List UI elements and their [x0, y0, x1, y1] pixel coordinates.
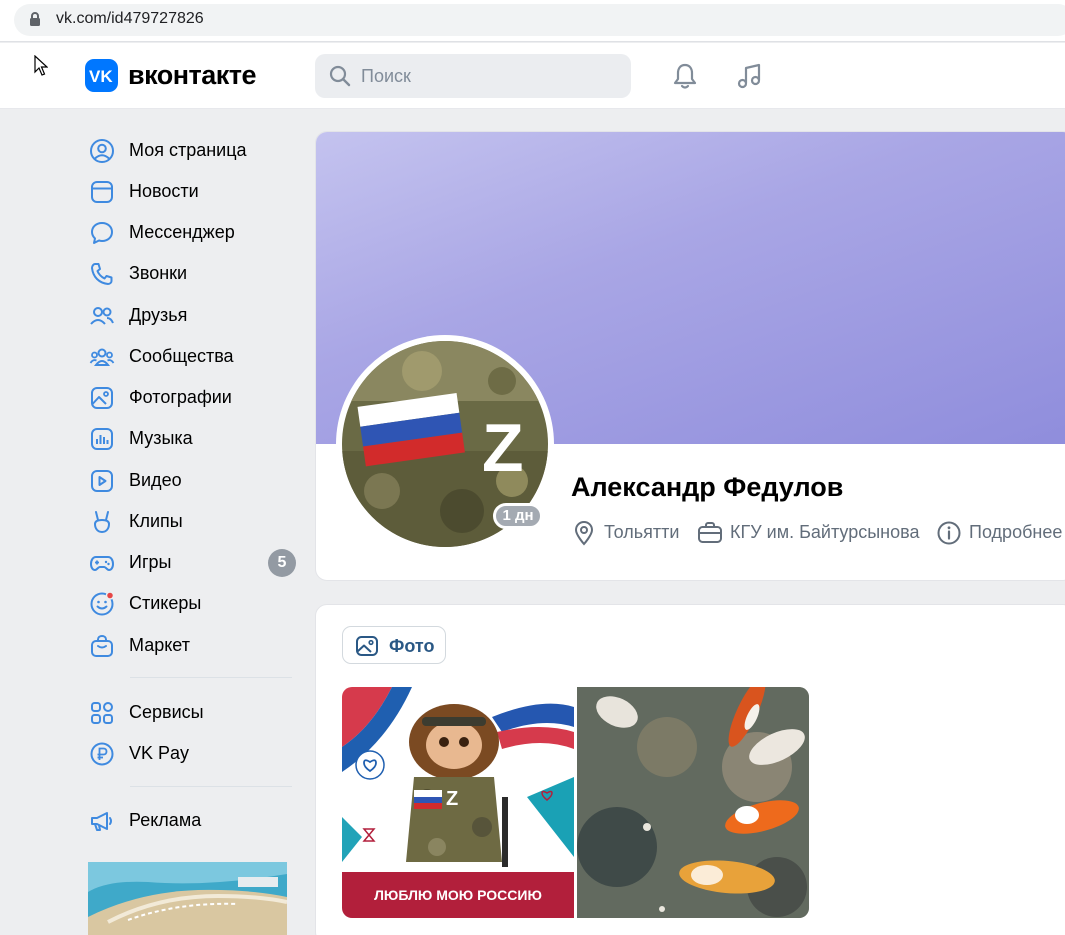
music-note-icon[interactable]: [735, 61, 765, 91]
video-icon: [91, 470, 113, 492]
avatar-z-letter: Z: [482, 410, 524, 486]
menu-divider: [130, 786, 292, 787]
menu-item-friends[interactable]: Друзья: [86, 299, 298, 333]
menu-label: Реклама: [129, 810, 202, 830]
city-text: Тольятти: [604, 522, 680, 542]
user-circle-icon: [90, 139, 114, 163]
gamepad-icon: [90, 556, 114, 571]
menu-item-communities[interactable]: Сообщества: [86, 340, 298, 374]
menu-item-messenger[interactable]: Мессенджер: [86, 216, 298, 250]
photo-caption: ЛЮБЛЮ МОЮ РОССИЮ: [342, 872, 574, 918]
search-placeholder: Поиск: [361, 66, 411, 86]
browser-address-bar: vk.com/id479727826: [0, 0, 1065, 42]
ad-banner-image[interactable]: [88, 862, 287, 935]
menu-label: Моя страница: [129, 140, 247, 160]
photos-tab-button[interactable]: Фото: [342, 626, 446, 664]
photo-thumbnail[interactable]: Z ЛЮБЛЮ МОЮ РОССИЮ: [342, 687, 574, 918]
lock-icon: [30, 12, 40, 26]
menu-item-services[interactable]: Сервисы: [86, 696, 298, 730]
communities-icon: [89, 348, 115, 366]
vkpay-ruble-icon: [90, 742, 114, 766]
games-counter-badge: 5: [268, 549, 296, 577]
friends-icon: [90, 307, 114, 325]
bell-icon[interactable]: [670, 61, 700, 91]
menu-label: Музыка: [129, 428, 193, 448]
menu-label: Видео: [129, 470, 182, 490]
menu-label: Фотографии: [129, 387, 232, 407]
market-bag-icon: [91, 634, 113, 657]
last-seen-badge: 1 дн: [493, 503, 543, 529]
smile-icon: [90, 591, 115, 616]
photo-thumbnail[interactable]: [577, 687, 809, 918]
menu-label: Маркет: [129, 635, 190, 655]
photos-icon: [91, 387, 113, 409]
menu-item-calls[interactable]: Звонки: [86, 257, 298, 291]
menu-label: Сервисы: [129, 702, 204, 722]
location-pin-icon: [574, 520, 594, 546]
profile-city[interactable]: Тольятти: [571, 518, 691, 546]
services-grid-icon: [91, 702, 113, 724]
menu-label: Мессенджер: [129, 222, 235, 242]
search-input[interactable]: Поиск: [315, 54, 631, 98]
profile-more-button[interactable]: Подробнее: [936, 518, 1065, 546]
menu-label: Новости: [129, 181, 199, 201]
vk-logo-text[interactable]: вконтакте: [128, 60, 257, 91]
menu-item-ads[interactable]: Реклама: [86, 804, 298, 838]
menu-item-my-page[interactable]: Моя страница: [86, 134, 298, 168]
clips-icon: [93, 511, 111, 534]
menu-divider: [130, 677, 292, 678]
info-icon: [937, 521, 961, 545]
menu-label: VK Pay: [129, 743, 190, 763]
menu-label: Сообщества: [129, 346, 234, 366]
vk-logo-icon[interactable]: VK: [85, 59, 118, 92]
photos-tab-label: Фото: [389, 636, 435, 656]
menu-item-stickers[interactable]: Стикеры: [86, 587, 298, 621]
message-icon: [91, 222, 113, 244]
search-icon: [329, 65, 351, 87]
menu-item-music[interactable]: Музыка: [86, 422, 298, 456]
more-text: Подробнее: [969, 522, 1063, 542]
menu-label: Стикеры: [129, 593, 202, 613]
menu-label: Игры: [129, 552, 172, 572]
menu-label: Друзья: [129, 305, 188, 325]
profile-education[interactable]: КГУ им. Байтурсынова: [697, 518, 927, 546]
megaphone-icon: [91, 812, 112, 831]
newsfeed-icon: [91, 181, 113, 203]
svg-text:VK: VK: [89, 67, 113, 86]
menu-item-clips[interactable]: Клипы: [86, 505, 298, 539]
menu-item-news[interactable]: Новости: [86, 175, 298, 209]
music-bars-icon: [91, 428, 113, 450]
mouse-cursor-icon: [34, 55, 48, 76]
url-text: vk.com/id479727826: [56, 10, 204, 27]
phone-icon: [91, 263, 113, 285]
menu-item-vkpay[interactable]: VK Pay: [86, 737, 298, 771]
menu-label: Звонки: [129, 263, 188, 283]
menu-item-games[interactable]: Игры: [86, 546, 298, 580]
profile-name: Александр Федулов: [571, 472, 844, 502]
menu-item-photos[interactable]: Фотографии: [86, 381, 298, 415]
menu-item-market[interactable]: Маркет: [86, 629, 298, 663]
education-text: КГУ им. Байтурсынова: [730, 522, 920, 542]
photo-icon: [356, 636, 378, 656]
briefcase-icon: [698, 522, 722, 543]
thumb-z-letter: Z: [446, 788, 458, 810]
menu-label: Клипы: [129, 511, 183, 531]
menu-item-video[interactable]: Видео: [86, 464, 298, 498]
